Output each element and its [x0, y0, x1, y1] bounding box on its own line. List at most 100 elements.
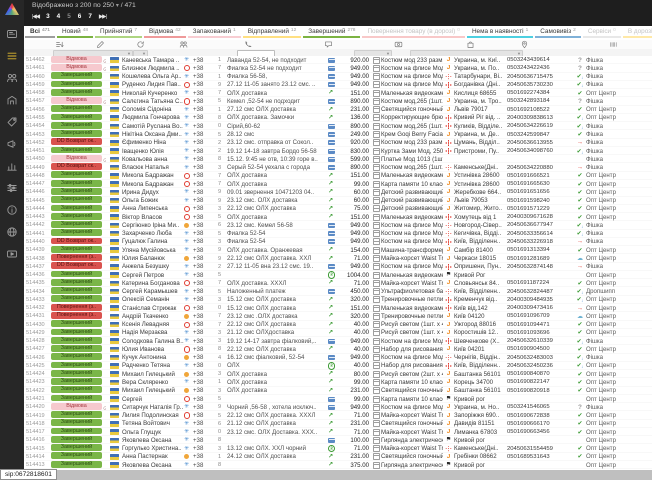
table-row[interactable]: 514420Відмова⊙Ситарчук Наталія Гр..✳+389… [24, 403, 652, 411]
products-icon[interactable] [6, 116, 18, 128]
tab-відправлений[interactable]: Відправлений12 [243, 26, 302, 38]
company-icon[interactable] [6, 94, 18, 106]
table-row[interactable]: 514438Повернення (з..Юлия Баланюк+38922.… [24, 254, 652, 262]
tab-повернення-товару-в-дорозі-[interactable]: Повернення товару (в дорозі)0 [362, 26, 464, 38]
table-row[interactable]: 514423ЗавершенийВера Скляренко✳+381ОЛХ д… [24, 378, 652, 386]
table-row[interactable]: 514444ЗавершенийАнна Липенська+38322.12 … [24, 205, 652, 213]
table-row[interactable]: 514429ЗавершенийНадія Мерзаєва✳+38321.12… [24, 329, 652, 337]
table-row[interactable]: 514462Відмова⊙Каневська Тамара ..✳+381Ла… [24, 56, 652, 64]
received-check-icon: ✔ [577, 149, 584, 155]
table-row[interactable]: 514452DD Возврат ок..Єфименко Ніна✳+3822… [24, 139, 652, 147]
table-row[interactable]: 514448ЗавершенийМикола Бадражан+387ОЛХ д… [24, 172, 652, 180]
last-page-button[interactable]: ▶▶| [99, 14, 106, 20]
table-row[interactable]: 514453ЗавершенийНікітіна Оксана Дми..✳+3… [24, 130, 652, 138]
table-row[interactable]: 514434ЗавершенийСергей Карамышев✳+385Нал… [24, 287, 652, 295]
orders-icon[interactable] [6, 50, 18, 62]
table-row[interactable]: 514422ЗавершенийМихаил Гилецький+383ОЛХ … [24, 387, 652, 395]
page-size-caret-icon[interactable]: ▾ [116, 3, 119, 9]
statistics-icon[interactable] [6, 160, 18, 172]
table-row[interactable]: 514459ЗавершенийРуденко Лидия Пав..+3892… [24, 81, 652, 89]
table-row[interactable]: 514431Повернення (з..Андрій Ткаченко+387… [24, 312, 652, 320]
table-row[interactable]: 514440DD Возврат ок..Гуцалюк Галина✳+383… [24, 238, 652, 246]
table-row[interactable]: 514413ЗавершенийЯковлева Оксана✳+388↗375… [24, 461, 652, 469]
cash-payment-icon: ↗ [328, 330, 333, 336]
table-row[interactable]: 514430ЗавершенийКсенія Левадняя+38722.12… [24, 321, 652, 329]
page-number-4[interactable]: 4 [57, 13, 61, 20]
people-icon[interactable] [179, 40, 189, 49]
cash-payment-icon: ↗ [328, 421, 333, 427]
table-row[interactable]: 514455ЗавершенийЛюдмила Гончарова✳+388ОЛ… [24, 114, 652, 122]
table-row[interactable]: 514443ЗавершенийВіктор Власов+385ОЛХ дос… [24, 213, 652, 221]
table-row[interactable]: 514419ЗавершенийЛилия Подолинская+38522.… [24, 411, 652, 419]
clients-icon[interactable] [6, 72, 18, 84]
settings-icon[interactable] [6, 182, 18, 194]
table-row[interactable]: 514456ЗавершенийСоломія Сідоніна✳+38127.… [24, 106, 652, 114]
product-icon[interactable] [466, 40, 476, 49]
page-number-5[interactable]: 5 [67, 13, 71, 20]
table-row[interactable]: 514435ЗавершенийКатерина Богданова+387ОЛ… [24, 279, 652, 287]
table-row[interactable]: 514436ЗавершенийСергей Петров✳+385₴1004.… [24, 271, 652, 279]
tab-сервіси[interactable]: Сервіси0 [583, 26, 621, 38]
refresh-icon[interactable] [136, 40, 146, 49]
tab-самовивіз[interactable]: Самовивіз2 [535, 26, 581, 38]
table-row[interactable]: 514441ЗавершенийЗахарченко Люба✳+385Фиал… [24, 230, 652, 238]
tab-прийнятий[interactable]: Прийнятий7 [95, 26, 142, 38]
tab-новий[interactable]: Новий48 [57, 26, 93, 38]
table-row[interactable]: 514447ЗавершенийМикола Бадражан+387ОЛХ д… [24, 180, 652, 188]
sort-icon[interactable] [55, 40, 65, 49]
nova-poshta-icon [446, 74, 452, 80]
table-row[interactable]: 514424ЗавершенийМихаил Гилецький+383ОЛХ … [24, 370, 652, 378]
table-row[interactable]: 514425ЗавершенийРадченко Тетяна✳+380ОЛХ₴… [24, 362, 652, 370]
marketing-icon[interactable] [6, 138, 18, 150]
table-row[interactable]: 514421ЗавершенийСергей+38599.00Карта пам… [24, 395, 652, 403]
money-icon[interactable] [394, 40, 404, 49]
chat-icon[interactable] [324, 40, 334, 49]
app-logo-icon[interactable] [5, 3, 19, 15]
table-row[interactable]: 514417ЗавершенийОльга Глущук✳+38023.12 с… [24, 428, 652, 436]
status-badge: Завершений [51, 246, 102, 253]
table-row[interactable]: 514450Відмова⊙Ковальова анна✳+38815.12. … [24, 155, 652, 163]
video-icon[interactable] [6, 248, 18, 260]
table-row[interactable]: 514428ЗавершенийСолодкова Галина В..✳+38… [24, 337, 652, 345]
table-row[interactable]: 514445ЗавершенийОльга Божик✳+38923.12 см… [24, 197, 652, 205]
page-number-7[interactable]: 7 [88, 13, 92, 20]
table-row[interactable]: 514437DD Возврат ок..Анжела Безушку✳+382… [24, 263, 652, 271]
table-row[interactable]: 514454ЗавершенийСамотій Руслана Во..✳+38… [24, 122, 652, 130]
table-row[interactable]: 514457Відмова⊙Салєгина Татьяна С..+385Ке… [24, 97, 652, 105]
dashboard-icon[interactable] [6, 28, 18, 40]
table-row[interactable]: 514442ЗавершенийСергіюнко Іріна Ми..+386… [24, 221, 652, 229]
edit-icon[interactable] [96, 40, 106, 49]
table-row[interactable]: 514439ЗавершенийУляна Мусійовська✳+389ОЛ… [24, 246, 652, 254]
page-number-6[interactable]: 6 [78, 13, 82, 20]
table-row[interactable]: 514460ЗавершенийКошелева Ольга Ар..✳+381… [24, 73, 652, 81]
table-row[interactable]: 514451ЗавершенийІващенко Юлія✳+38219.12 … [24, 147, 652, 155]
first-page-button[interactable]: |◀◀ [32, 14, 39, 20]
table-row[interactable]: 514415ЗавершенийГоргулько Христина..✳+38… [24, 444, 652, 452]
tab-всі[interactable]: Всі471 [25, 26, 55, 38]
phone-icon[interactable] [244, 40, 254, 49]
tab-нема-в-наявності[interactable]: Нема в наявності1 [467, 26, 533, 38]
product-icon-cell [371, 305, 381, 312]
network-icon[interactable] [6, 226, 18, 238]
customer-name: Ксенія Левадняя [122, 321, 184, 328]
tab-відмова[interactable]: Відмова42 [144, 26, 186, 38]
table-row[interactable]: 514449DD Возврат ск..Власюк Наталья✳+383… [24, 163, 652, 171]
table-row[interactable]: 514433ЗавершенийОлексій Семанін✳+38315.1… [24, 296, 652, 304]
table-row[interactable]: 514427ЗавершенийЮлия Иванова+38822.12 см… [24, 345, 652, 353]
table-row[interactable]: 514461Відмова⊙Близнюк Людмила ..+387Фиал… [24, 64, 652, 72]
tab-завершений[interactable]: Завершений278 [303, 26, 360, 38]
customer-phone: +38 [193, 453, 218, 460]
page-number-3[interactable]: 3 [46, 13, 50, 20]
table-row[interactable]: 514446ЗавершенийИрина Дидух✳+38909.01 зв… [24, 188, 652, 196]
tab-запакований[interactable]: Запакований1 [188, 26, 241, 38]
tab-в-дорозі-додому[interactable]: В дорозі додому0 [623, 26, 652, 38]
location-icon[interactable] [520, 40, 530, 49]
table-row[interactable]: 514416ЗавершенийЯковлева Оксана✳+388100.… [24, 436, 652, 444]
barcode-icon[interactable] [609, 40, 619, 49]
table-row[interactable]: 514418ЗавершенийТетяна Войтович✳+38621.1… [24, 420, 652, 428]
table-row[interactable]: 514426ЗавершенийКучук Антонина+38416.12 … [24, 354, 652, 362]
info-icon[interactable] [6, 204, 18, 216]
table-row[interactable]: 514414ЗавершенийАнна Пастернак+38124.12 … [24, 453, 652, 461]
table-row[interactable]: 514432Повернення (з..Станіслав Стрижак+3… [24, 304, 652, 312]
table-row[interactable]: 514458ЗавершенийНиколай Кучеренко✳+387ОЛ… [24, 89, 652, 97]
